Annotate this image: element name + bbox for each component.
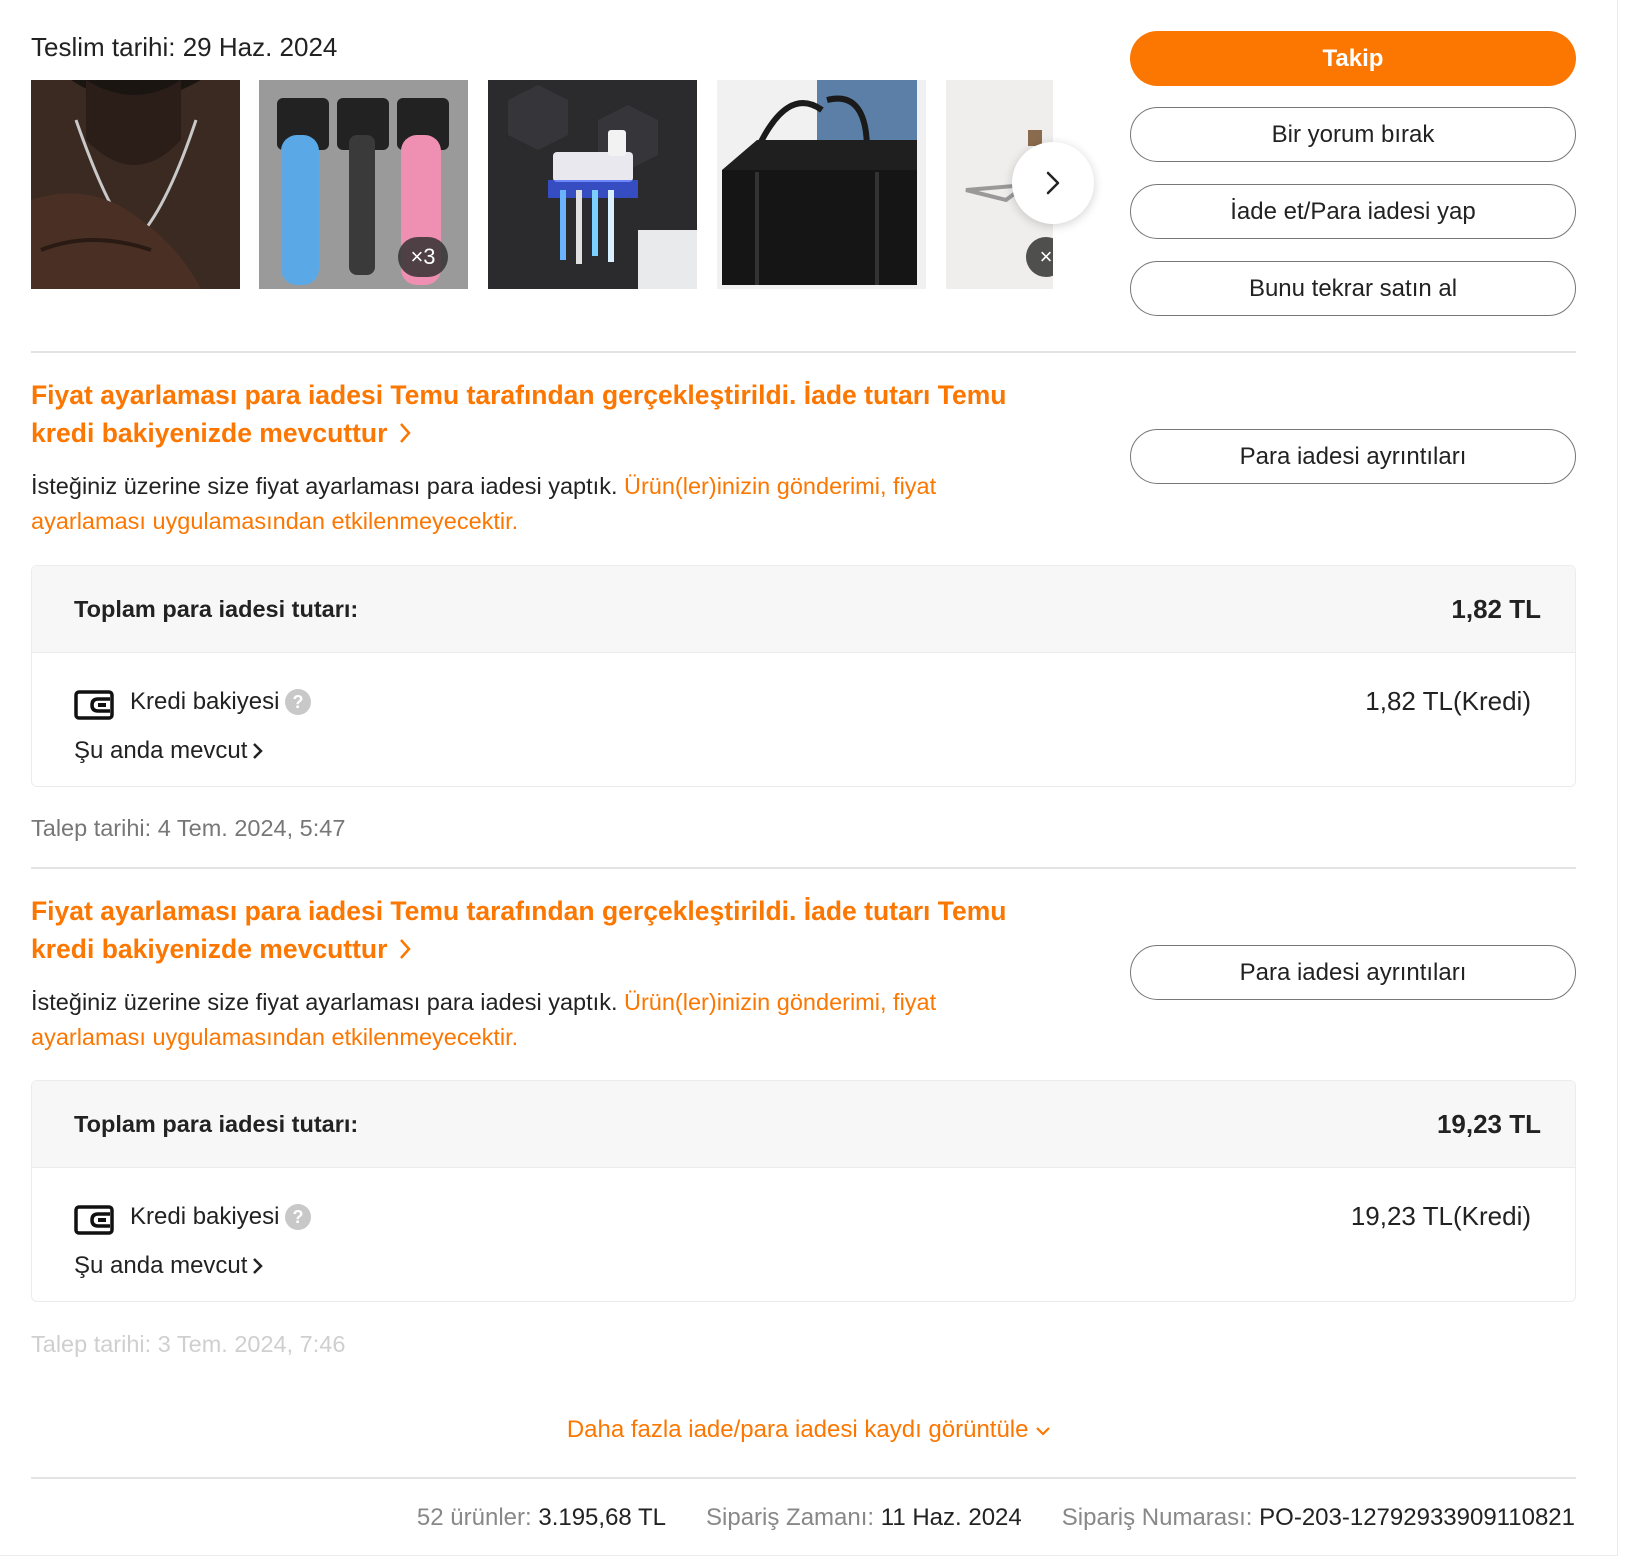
razor-holder-product-image[interactable]: ×3 xyxy=(259,80,468,289)
next-images-button[interactable] xyxy=(1012,142,1094,224)
wallet-icon xyxy=(74,690,114,720)
refund-description: İsteğiniz üzerine size fiyat ayarlaması … xyxy=(31,985,1011,1055)
items-total: 52 ürünler: 3.195,68 TL xyxy=(417,1504,666,1532)
refund-title-line-2: kredi bakiyenizde mevcuttur xyxy=(31,414,1031,452)
order-footer: 52 ürünler: 3.195,68 TL Sipariş Zamanı: … xyxy=(417,1504,1575,1532)
divider xyxy=(31,1477,1576,1479)
chevron-down-icon xyxy=(1036,1426,1050,1436)
refund-title-text: kredi bakiyenizde mevcuttur xyxy=(31,934,388,964)
total-refund-label: Toplam para iadesi tutarı: xyxy=(74,596,359,622)
insulated-bag-product-image[interactable] xyxy=(717,80,926,289)
credit-balance-amount: 1,82 TL(Kredi) xyxy=(1365,686,1531,716)
buy-again-button[interactable]: Bunu tekrar satın al xyxy=(1130,261,1576,316)
order-number-value: PO-203-12792933909110821 xyxy=(1259,1504,1575,1531)
track-button[interactable]: Takip xyxy=(1130,31,1576,86)
refund-note: Ürün(ler)inizin gönderimi, fiyat xyxy=(624,473,937,499)
order-time-label: Sipariş Zamanı: xyxy=(706,1504,875,1531)
request-date: Talep tarihi: 3 Tem. 2024, 7:46 xyxy=(31,1331,346,1357)
refund-note-cont: ayarlaması uygulamasından etkilenmeyecek… xyxy=(31,508,519,534)
credit-balance-label: Kredi bakiyesi xyxy=(130,688,280,715)
order-number: Sipariş Numarası: PO-203-127929339091108… xyxy=(1062,1504,1575,1532)
order-time-value: 11 Haz. 2024 xyxy=(880,1504,1022,1531)
wallet-icon xyxy=(74,1205,114,1235)
available-now-label: Şu anda mevcut xyxy=(74,1252,248,1279)
refund-title-line: Fiyat ayarlaması para iadesi Temu tarafı… xyxy=(31,896,1007,926)
chevron-right-icon xyxy=(1046,171,1060,195)
refund-description-text: İsteğiniz üzerine size fiyat ayarlaması … xyxy=(31,473,624,499)
refund-details-button[interactable]: Para iadesi ayrıntıları xyxy=(1130,945,1576,1000)
refund-summary-box: Toplam para iadesi tutarı: 1,82 TL Kredi… xyxy=(31,565,1576,787)
refund-title-link[interactable]: Fiyat ayarlaması para iadesi Temu tarafı… xyxy=(31,892,1031,968)
leave-review-button[interactable]: Bir yorum bırak xyxy=(1130,107,1576,162)
refund-title-line-2: kredi bakiyenizde mevcuttur xyxy=(31,930,1031,968)
return-refund-button[interactable]: İade et/Para iadesi yap xyxy=(1130,184,1576,239)
refund-title-link[interactable]: Fiyat ayarlaması para iadesi Temu tarafı… xyxy=(31,376,1031,452)
credit-balance-label: Kredi bakiyesi xyxy=(130,1203,280,1230)
chevron-right-icon xyxy=(400,939,412,959)
help-icon[interactable]: ? xyxy=(285,1204,311,1230)
chevron-right-icon xyxy=(253,1258,264,1274)
total-refund-amount: 19,23 TL xyxy=(1436,1109,1541,1139)
refund-summary-box: Toplam para iadesi tutarı: 19,23 TL Kred… xyxy=(31,1080,1576,1302)
refund-details-button[interactable]: Para iadesi ayrıntıları xyxy=(1130,429,1576,484)
delivery-date: Teslim tarihi: 29 Haz. 2024 xyxy=(31,32,338,62)
divider xyxy=(31,351,1576,353)
refund-total-row: Toplam para iadesi tutarı: 1,82 TL xyxy=(32,566,1575,653)
product-thumbnails: ×3 × xyxy=(31,80,1053,289)
toothbrush-holder-product-image[interactable] xyxy=(488,80,697,289)
divider xyxy=(31,867,1576,869)
chevron-right-icon xyxy=(253,743,264,759)
help-icon[interactable]: ? xyxy=(285,689,311,715)
chevron-right-icon xyxy=(400,423,412,443)
items-value: 3.195,68 TL xyxy=(538,1504,667,1531)
total-refund-label: Toplam para iadesi tutarı: xyxy=(74,1111,359,1137)
quantity-badge: ×3 xyxy=(398,237,448,277)
refund-description-text: İsteğiniz üzerine size fiyat ayarlaması … xyxy=(31,989,624,1015)
order-time: Sipariş Zamanı: 11 Haz. 2024 xyxy=(706,1504,1022,1532)
view-more-label: Daha fazla iade/para iadesi kaydı görünt… xyxy=(566,1416,1029,1443)
refund-title-text: kredi bakiyenizde mevcuttur xyxy=(31,418,388,448)
refund-description: İsteğiniz üzerine size fiyat ayarlaması … xyxy=(31,469,1011,539)
items-label: 52 ürünler: xyxy=(416,1504,532,1531)
available-now-link[interactable]: Şu anda mevcut xyxy=(74,737,265,765)
necklace-product-image[interactable] xyxy=(31,80,240,289)
available-now-link[interactable]: Şu anda mevcut xyxy=(74,1252,265,1280)
refund-note: Ürün(ler)inizin gönderimi, fiyat xyxy=(624,989,937,1015)
order-card: Teslim tarihi: 29 Haz. 2024 ×3 × Takip B… xyxy=(0,0,1618,1556)
order-number-label: Sipariş Numarası: xyxy=(1061,1504,1253,1531)
refund-note-cont: ayarlaması uygulamasından etkilenmeyecek… xyxy=(31,1024,519,1050)
total-refund-amount: 1,82 TL xyxy=(1451,594,1541,624)
credit-balance-amount: 19,23 TL(Kredi) xyxy=(1350,1201,1531,1231)
refund-title-line: Fiyat ayarlaması para iadesi Temu tarafı… xyxy=(31,380,1007,410)
refund-total-row: Toplam para iadesi tutarı: 19,23 TL xyxy=(32,1081,1575,1168)
available-now-label: Şu anda mevcut xyxy=(74,737,248,764)
request-date: Talep tarihi: 4 Tem. 2024, 5:47 xyxy=(31,815,346,841)
view-more-refunds-link[interactable]: Daha fazla iade/para iadesi kaydı görünt… xyxy=(0,1416,1618,1444)
